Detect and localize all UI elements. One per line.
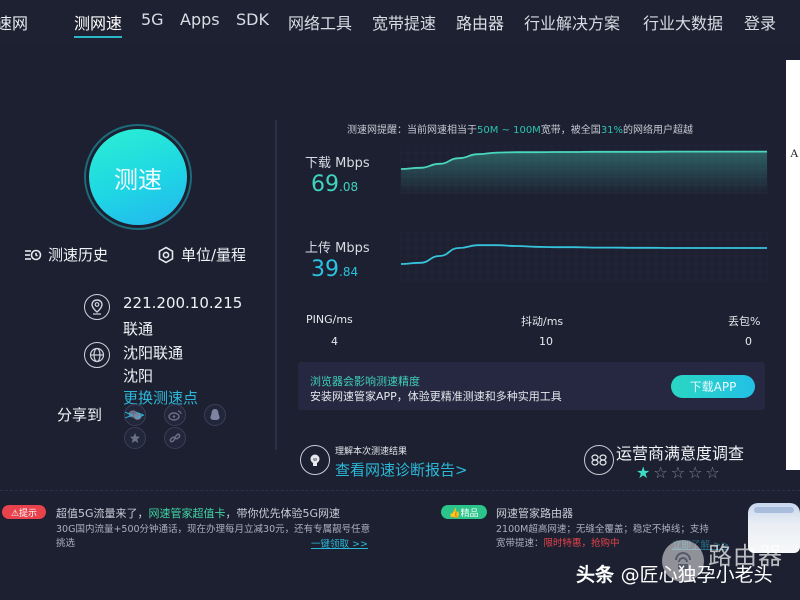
qq-icon[interactable]	[204, 404, 226, 426]
top-nav: 速网 测网速 5G Apps SDK 网络工具 宽带提速 路由器 行业解决方案 …	[0, 0, 800, 42]
star-icon[interactable]: ☆	[688, 465, 702, 481]
server-name: 沈阳联通	[123, 344, 184, 362]
favorite-star-icon[interactable]	[124, 427, 146, 449]
svg-text:w: w	[313, 457, 317, 463]
report-hint: 理解本次测速结果	[335, 447, 408, 457]
survey-rating: ★ ☆ ☆ ☆ ☆	[636, 465, 720, 481]
unit-range-button[interactable]: 单位/量程	[157, 244, 246, 265]
claim-now-link[interactable]: 一键领取 >>	[311, 536, 368, 550]
jitter-label: 抖动/ms	[521, 315, 564, 328]
upload-label: 上传 Mbps	[305, 241, 370, 256]
nav-5g[interactable]: 5G	[141, 10, 164, 29]
jitter-value: 10	[539, 335, 553, 348]
nav-network-tools[interactable]: 网络工具	[288, 10, 352, 34]
upload-value: 39.84	[311, 257, 359, 282]
notice-range: 50M ~ 100M	[477, 125, 541, 136]
section-divider	[0, 490, 800, 491]
history-icon	[24, 246, 42, 264]
start-test-button[interactable]: 测速	[84, 124, 192, 230]
start-test-label: 测速	[89, 129, 187, 225]
china-unicom-logo-icon	[584, 445, 614, 475]
star-icon[interactable]: ☆	[705, 465, 719, 481]
location-pin-icon	[84, 294, 110, 320]
promo-title: 浏览器会影响测速精度	[310, 375, 420, 388]
gear-icon	[157, 246, 175, 264]
survey-title: 运营商满意度调查	[616, 444, 745, 463]
nav-router[interactable]: 路由器	[456, 10, 504, 34]
globe-icon	[84, 342, 110, 368]
link-icon[interactable]	[164, 427, 186, 449]
notice-percent: 31%	[600, 125, 624, 136]
star-icon[interactable]: ☆	[671, 465, 685, 481]
nav-industry-solutions[interactable]: 行业解决方案	[524, 10, 620, 34]
diagnosis-report-link[interactable]: 查看网速诊断报告>	[335, 459, 468, 480]
promo-subtitle: 安装网速管家APP，体验更精准测速和多种实用工具	[310, 390, 562, 403]
nav-industry-data[interactable]: 行业大数据	[643, 10, 723, 34]
download-chart	[400, 145, 768, 195]
ping-label: PING/ms	[306, 313, 353, 326]
history-button[interactable]: 测速历史	[24, 244, 108, 265]
isp-name: 联通	[123, 320, 154, 338]
nav-broadband-boost[interactable]: 宽带提速	[372, 10, 436, 34]
download-label: 下载 Mbps	[305, 156, 370, 171]
watermark-author: 头条 @匠心独孕小老头	[576, 564, 773, 586]
sim-card-ad-title: 超值5G流量来了，网速管家超值卡，带你优先体验5G网速	[56, 507, 341, 520]
ip-address: 221.200.10.215	[123, 294, 243, 312]
history-label: 测速历史	[48, 246, 109, 264]
download-app-button[interactable]: 下载APP	[671, 375, 755, 398]
download-value: 69.08	[311, 172, 359, 197]
weibo-icon[interactable]	[164, 404, 186, 426]
side-panel: A	[786, 60, 800, 470]
speed-notice: 测速网提醒：当前网速相当于50M ~ 100M宽带，被全国31%的网络用户超越	[347, 125, 694, 136]
packet-loss-label: 丢包%	[728, 315, 761, 328]
router-ad-title[interactable]: 网速管家路由器	[496, 505, 573, 521]
share-more-link[interactable]: >>	[124, 408, 146, 422]
featured-tag: 👍精品	[441, 505, 487, 519]
server-city: 沈阳	[123, 367, 154, 385]
unit-range-label: 单位/量程	[181, 246, 247, 264]
ping-value: 4	[331, 335, 338, 348]
nav-apps[interactable]: Apps	[180, 10, 220, 29]
nav-speedtest[interactable]: 测网速	[74, 10, 123, 38]
lightbulb-icon: w	[300, 445, 330, 475]
app-promo-banner: 浏览器会影响测速精度 安装网速管家APP，体验更精准测速和多种实用工具 下载AP…	[298, 362, 765, 410]
share-label: 分享到	[57, 406, 103, 424]
brand-logo[interactable]: 速网	[0, 10, 28, 34]
notice-tag: ⚠提示	[2, 505, 46, 519]
upload-chart	[400, 232, 768, 282]
star-icon[interactable]: ☆	[653, 465, 667, 481]
nav-sdk[interactable]: SDK	[236, 10, 269, 29]
packet-loss-value: 0	[745, 335, 752, 348]
nav-login[interactable]: 登录	[744, 10, 776, 34]
side-panel-text: A	[790, 146, 799, 160]
star-icon[interactable]: ★	[636, 465, 650, 481]
column-divider	[275, 120, 277, 450]
